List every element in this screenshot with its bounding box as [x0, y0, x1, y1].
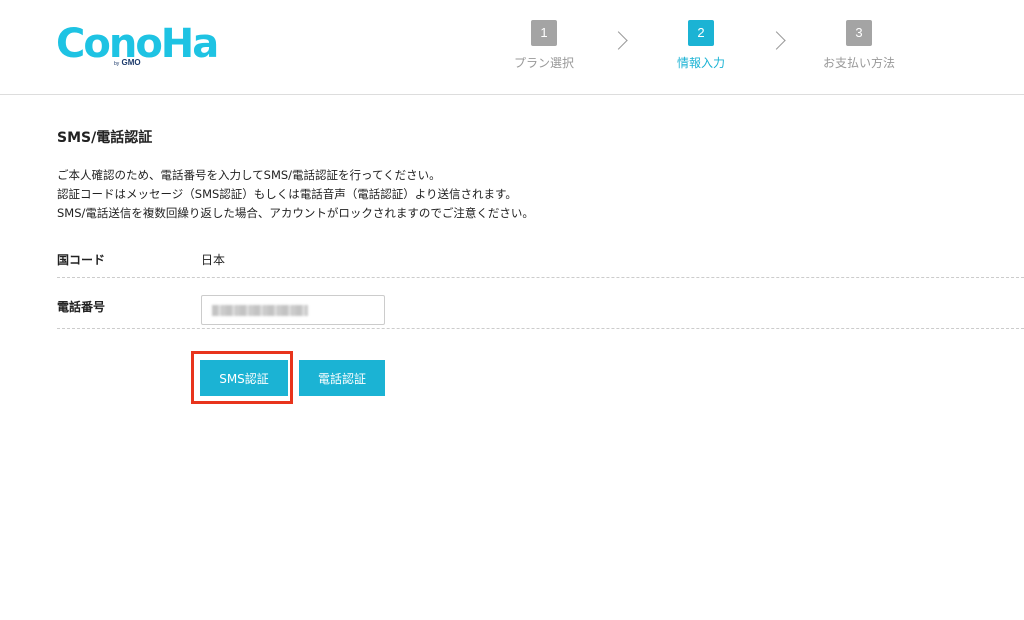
- description: ご本人確認のため、電話番号を入力してSMS/電話認証を行ってください。 認証コー…: [57, 166, 534, 223]
- chevron-right-icon: [767, 31, 786, 50]
- divider: [57, 328, 1024, 329]
- step-label-2: 情報入力: [676, 56, 725, 70]
- description-line: SMS/電話送信を複数回繰り返した場合、アカウントがロックされますのでご注意くだ…: [57, 206, 534, 220]
- country-code-value: 日本: [201, 253, 226, 267]
- description-line: ご本人確認のため、電話番号を入力してSMS/電話認証を行ってください。: [57, 168, 441, 182]
- highlight-box: [191, 351, 293, 404]
- header: ConoHa by GMO 1 プラン選択 2 情報入力 3 お支払い方法: [0, 0, 1024, 95]
- phone-number-label: 電話番号: [57, 300, 106, 314]
- step-number-2: 2: [688, 20, 714, 46]
- step-info-input: 2 情報入力: [641, 20, 761, 71]
- phone-number-input[interactable]: [201, 295, 385, 325]
- progress-steps: 1 プラン選択 2 情報入力 3 お支払い方法: [0, 20, 1024, 80]
- step-payment-method: 3 お支払い方法: [799, 20, 919, 71]
- step-label-3: お支払い方法: [822, 56, 895, 70]
- page-title: SMS/電話認証: [57, 130, 153, 146]
- chevron-right-icon: [609, 31, 628, 50]
- step-plan-selection: 1 プラン選択: [484, 20, 604, 71]
- description-line: 認証コードはメッセージ（SMS認証）もしくは電話音声（電話認証）より送信されます…: [57, 187, 517, 201]
- phone-auth-button[interactable]: 電話認証: [299, 360, 385, 396]
- divider: [57, 277, 1024, 278]
- country-code-label: 国コード: [57, 253, 106, 267]
- step-number-1: 1: [531, 20, 557, 46]
- step-number-3: 3: [846, 20, 872, 46]
- step-label-1: プラン選択: [513, 56, 574, 70]
